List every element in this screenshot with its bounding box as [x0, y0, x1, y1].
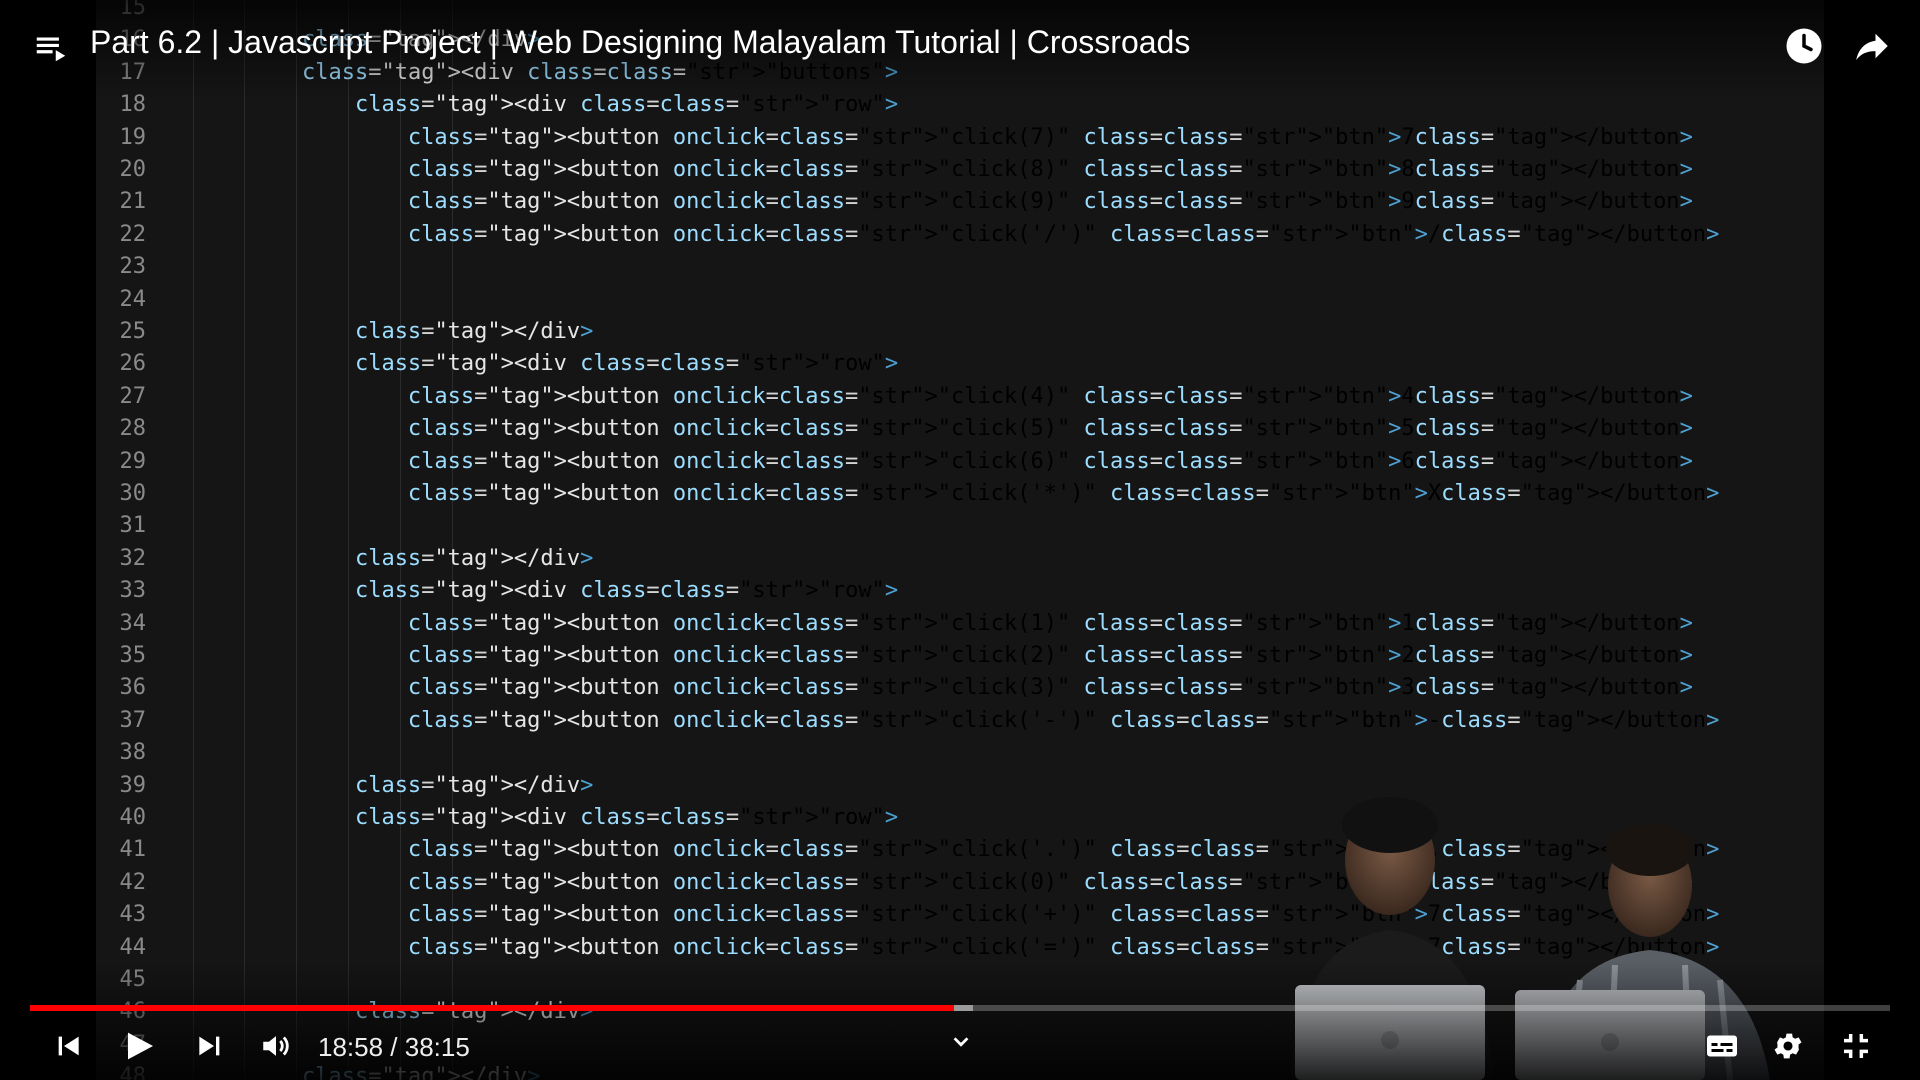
- line-number: 39: [119, 772, 147, 798]
- skip-previous-icon[interactable]: [48, 1028, 88, 1064]
- line-number: 26: [119, 351, 147, 377]
- line-number: 41: [119, 837, 147, 863]
- clock-icon[interactable]: [1780, 22, 1828, 70]
- code-line: class="tag"><button onclick=class="str">…: [407, 189, 1693, 215]
- line-number: 25: [119, 319, 147, 344]
- code-line: class="tag"><button onclick=class="str">…: [407, 610, 1693, 636]
- playlist-icon[interactable]: [30, 26, 72, 68]
- code-line: class="tag"></div>: [354, 545, 594, 571]
- code-line: class="tag"><button onclick=class="str">…: [407, 707, 1720, 733]
- line-number: 23: [119, 254, 147, 280]
- skip-next-icon[interactable]: [190, 1028, 230, 1064]
- code-line: class="tag"><button onclick=class="str">…: [407, 675, 1693, 701]
- code-line: class="tag"><div class=class="str">"row"…: [354, 351, 899, 377]
- video-frame[interactable]: 1516171819202122232425262728293031323334…: [0, 0, 1920, 1080]
- code-line: class="tag"><button onclick=class="str">…: [407, 643, 1693, 668]
- line-number: 36: [119, 675, 147, 701]
- code-line: class="tag"><button onclick=class="str">…: [407, 221, 1720, 247]
- line-number: 35: [119, 643, 147, 668]
- chevron-down-icon[interactable]: [946, 1030, 976, 1054]
- code-line: class="tag"></div>: [354, 772, 594, 798]
- play-icon[interactable]: [116, 1024, 160, 1068]
- indent-guide: [193, 0, 194, 1080]
- line-number: 24: [119, 286, 147, 312]
- line-number: 42: [119, 869, 147, 895]
- line-number: 44: [119, 934, 147, 960]
- line-number: 37: [119, 707, 147, 733]
- gear-icon[interactable]: [1768, 1028, 1808, 1064]
- code-line: class="tag"></div>: [354, 319, 594, 344]
- line-number: 30: [119, 481, 147, 506]
- played-fill: [30, 1005, 954, 1011]
- video-title[interactable]: Part 6.2 | Javascript Project | Web Desi…: [90, 24, 1190, 61]
- line-number: 34: [119, 610, 147, 636]
- line-number: 32: [119, 545, 147, 571]
- line-number: 40: [119, 805, 147, 830]
- line-number: 31: [119, 513, 147, 539]
- code-line: class="tag"><div class=class="str">"row"…: [354, 805, 899, 830]
- time-display: 18:58 / 38:15: [318, 1032, 470, 1062]
- line-number-gutter: 1516171819202122232425262728293031323334…: [96, 0, 196, 1080]
- exit-fullscreen-icon[interactable]: [1836, 1028, 1876, 1064]
- line-number: 43: [119, 902, 147, 928]
- code-line: class="tag"><button onclick=class="str">…: [407, 448, 1693, 474]
- subtitles-icon[interactable]: [1702, 1028, 1742, 1064]
- code-line: class="tag"><button onclick=class="str">…: [407, 383, 1693, 409]
- volume-icon[interactable]: [256, 1028, 296, 1064]
- code-line: class="tag"><button onclick=class="str">…: [407, 481, 1720, 506]
- code-line: class="tag"><button onclick=class="str">…: [407, 416, 1693, 442]
- line-number: 19: [119, 124, 147, 150]
- code-line: class="tag"><button onclick=class="str">…: [407, 157, 1693, 182]
- code-line: class="tag"><div class=class="str">"row"…: [354, 578, 899, 604]
- line-number: 38: [119, 740, 147, 766]
- line-number: 27: [119, 383, 147, 409]
- progress-bar[interactable]: [30, 1005, 1890, 1011]
- line-number: 21: [119, 189, 147, 215]
- code-line: class="tag"><button onclick=class="str">…: [407, 124, 1693, 150]
- line-number: 22: [119, 221, 147, 247]
- line-number: 29: [119, 448, 147, 474]
- share-icon[interactable]: [1848, 22, 1896, 70]
- line-number: 33: [119, 578, 147, 604]
- line-number: 20: [119, 157, 147, 182]
- line-number: 28: [119, 416, 147, 442]
